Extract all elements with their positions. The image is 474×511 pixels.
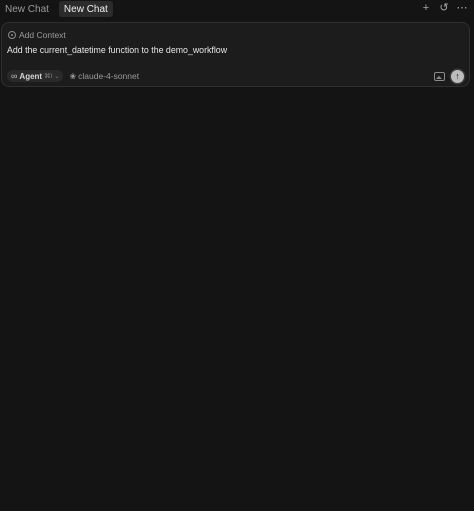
more-icon[interactable]: ⋯: [455, 1, 469, 15]
model-selector[interactable]: ❀ claude-4-sonnet: [69, 71, 139, 81]
plus-icon[interactable]: +: [419, 1, 433, 15]
prompt-input[interactable]: Add the current_datetime function to the…: [7, 45, 457, 55]
history-icon[interactable]: ↺: [437, 1, 451, 15]
mode-shortcut: ⌘I: [44, 73, 53, 80]
chevron-down-icon: ⌄: [54, 73, 60, 80]
context-icon: [8, 31, 16, 39]
add-context-button[interactable]: Add Context: [8, 29, 66, 41]
tab-new-chat-1[interactable]: New Chat: [0, 1, 54, 17]
model-label: claude-4-sonnet: [78, 71, 140, 81]
tab-actions: + ↺ ⋯: [419, 1, 469, 15]
mode-selector[interactable]: ∞ Agent ⌘I ⌄: [7, 70, 64, 82]
composer-toolbar: ∞ Agent ⌘I ⌄ ❀ claude-4-sonnet ↑: [7, 69, 464, 83]
add-context-label: Add Context: [19, 30, 66, 40]
chat-tab-bar: New Chat New Chat + ↺ ⋯: [0, 0, 474, 18]
model-icon: ❀: [69, 71, 77, 81]
infinity-icon: ∞: [11, 71, 18, 81]
send-button[interactable]: ↑: [451, 69, 464, 83]
composer-actions: ↑: [434, 69, 464, 83]
tab-new-chat-2[interactable]: New Chat: [58, 1, 113, 17]
mode-label: Agent: [19, 71, 43, 81]
image-icon[interactable]: [434, 71, 445, 81]
chat-composer: Add Context Add the current_datetime fun…: [1, 22, 470, 87]
